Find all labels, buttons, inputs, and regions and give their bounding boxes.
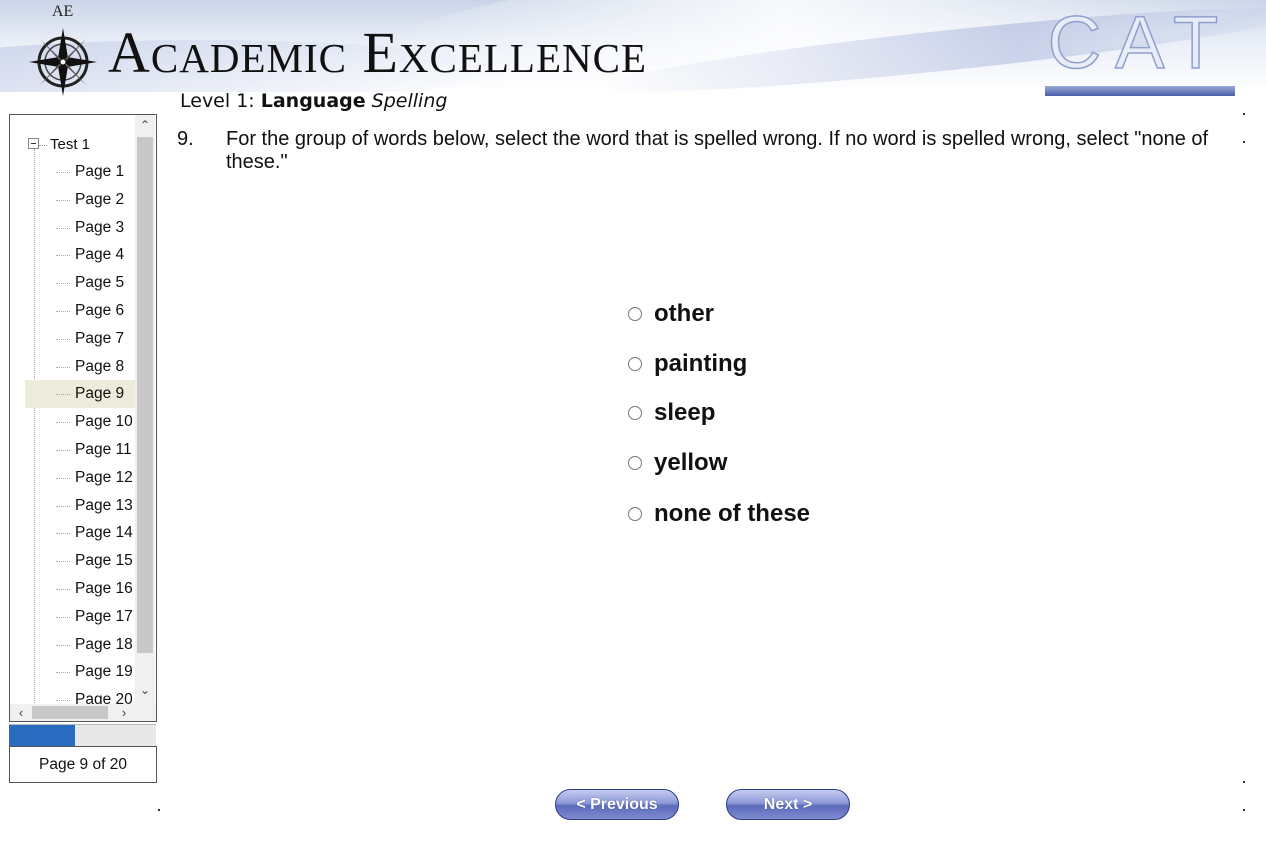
tree-item-page[interactable]: Page 9 — [25, 380, 135, 409]
tree-item-page[interactable]: Page 5 — [10, 269, 135, 297]
subject-label: Language — [260, 90, 366, 112]
question-text: For the group of words below, select the… — [226, 128, 1209, 173]
chevron-down-icon[interactable]: ⌄ — [135, 681, 155, 699]
answer-label[interactable]: painting — [654, 349, 747, 379]
question-number: 9. — [177, 128, 194, 150]
page-counter: Page 9 of 20 — [9, 746, 157, 783]
next-button[interactable]: Next > — [726, 789, 850, 820]
tree-item-page[interactable]: Page 7 — [10, 325, 135, 353]
answer-label[interactable]: sleep — [654, 398, 715, 428]
scrollbar-corner — [135, 704, 156, 721]
chevron-up-icon[interactable]: ⌃ — [135, 116, 155, 134]
collapse-icon[interactable] — [28, 137, 39, 149]
ae-mark: AE — [52, 3, 74, 20]
tree-item-page[interactable]: Page 16 — [10, 575, 135, 603]
answer-label[interactable]: yellow — [654, 448, 727, 478]
radio-button[interactable] — [628, 357, 642, 371]
progress-bar — [9, 724, 156, 747]
previous-button[interactable]: < Previous — [555, 789, 679, 820]
radio-button[interactable] — [628, 507, 642, 521]
radio-button[interactable] — [628, 307, 642, 321]
tree-item-page[interactable]: Page 1 — [10, 158, 135, 186]
tree-item-page[interactable]: Page 14 — [10, 519, 135, 547]
tree-item-page[interactable]: Page 8 — [10, 353, 135, 381]
decorative-dot — [1243, 141, 1245, 143]
tree-item-page[interactable]: Page 17 — [10, 603, 135, 631]
topic-label: Spelling — [371, 90, 448, 112]
decorative-dot — [1243, 113, 1245, 115]
tree-viewport: Test 1 Page 1 Page 2 Page 3 Page 4 Page 5 Pag… — [10, 115, 135, 704]
tree-item-page[interactable]: Page 10 — [10, 408, 135, 436]
brand-title: Academic Excellence — [108, 20, 648, 85]
progress-fill — [9, 725, 76, 747]
answer-label[interactable]: none of these — [654, 499, 810, 529]
chevron-left-icon[interactable]: ‹ — [12, 704, 30, 721]
level-label: Level 1: — [180, 90, 255, 112]
decorative-dot — [158, 809, 160, 811]
radio-button[interactable] — [628, 406, 642, 420]
chevron-right-icon[interactable]: › — [115, 704, 133, 721]
tree-item-page[interactable]: Page 15 — [10, 547, 135, 575]
tree-item-page[interactable]: Page 19 — [10, 658, 135, 686]
cat-logo-text: CAT — [1047, 1, 1233, 85]
tree-item-page[interactable]: Page 20 — [10, 686, 135, 704]
tree-item-page[interactable]: Page 12 — [10, 464, 135, 492]
tree-item-page[interactable]: Page 18 — [10, 631, 135, 659]
radio-button[interactable] — [628, 456, 642, 470]
vertical-scroll-thumb[interactable] — [137, 137, 153, 653]
answer-label[interactable]: other — [654, 299, 714, 329]
tree-item-page[interactable]: Page 4 — [10, 241, 135, 269]
tree-item-page[interactable]: Page 13 — [10, 492, 135, 520]
horizontal-scroll-thumb[interactable] — [32, 706, 108, 719]
page-navigation-tree[interactable]: Test 1 Page 1 Page 2 Page 3 Page 4 Page 5 Pag… — [9, 114, 157, 722]
cat-logo-bar — [1045, 86, 1235, 96]
tree-item-page[interactable]: Page 2 — [10, 186, 135, 214]
level-breadcrumb: Level 1: Language Spelling — [180, 90, 447, 112]
tree-item-page[interactable]: Page 3 — [10, 214, 135, 242]
tree-root-test[interactable]: Test 1 — [28, 136, 90, 154]
tree-item-page[interactable]: Page 11 — [10, 436, 135, 464]
tree-item-page[interactable]: Page 6 — [10, 297, 135, 325]
horizontal-scrollbar[interactable]: ‹ › — [10, 704, 135, 721]
decorative-dot — [1243, 781, 1245, 783]
tree-root-label: Test 1 — [50, 136, 91, 153]
page-list: Page 1 Page 2 Page 3 Page 4 Page 5 Page 6 Page… — [10, 158, 135, 704]
cat-logo: CAT — [1042, 1, 1238, 100]
compass-rose-icon — [29, 28, 97, 96]
vertical-scrollbar[interactable]: ⌃ ⌄ — [135, 115, 155, 704]
decorative-dot — [1243, 809, 1245, 811]
